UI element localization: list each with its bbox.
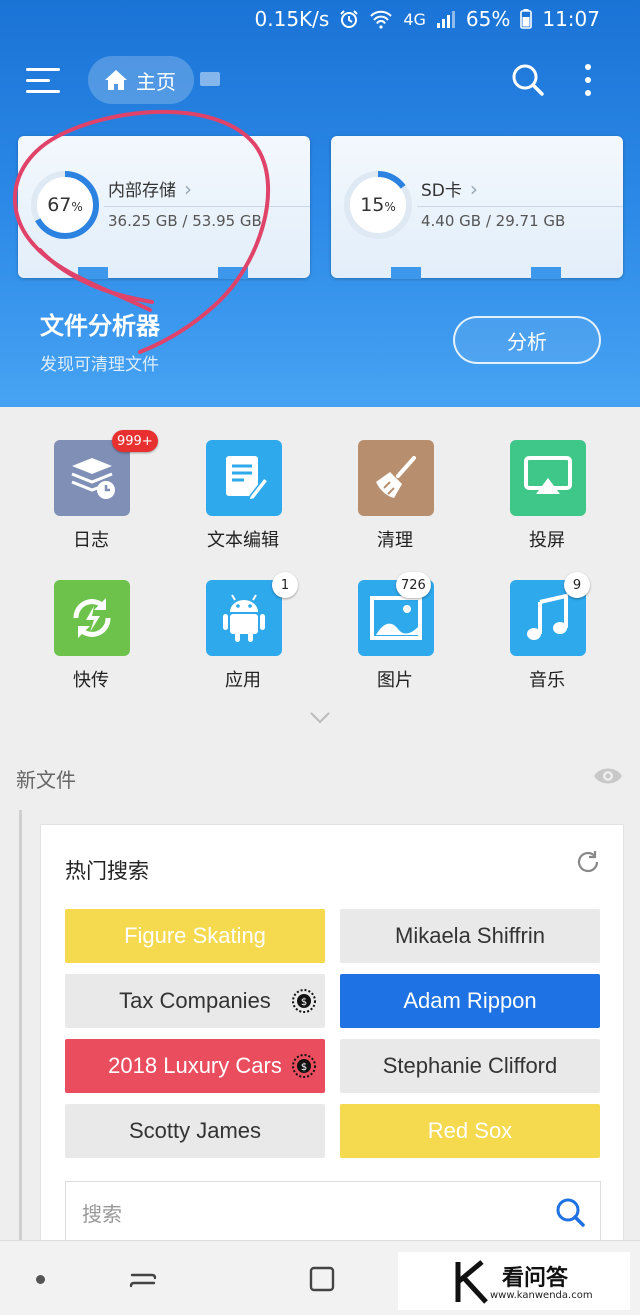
cast-screen-icon	[524, 456, 572, 494]
analyzer-subtitle: 发现可清理文件	[40, 355, 159, 375]
watermark-url: www.kanwenda.com	[490, 1290, 593, 1301]
recent-apps-icon[interactable]	[308, 1265, 336, 1293]
divider	[417, 206, 623, 207]
search-icon[interactable]	[554, 1196, 586, 1228]
app-badge: 726	[396, 572, 431, 598]
home-tab[interactable]: 主页	[88, 56, 194, 104]
card-notch	[78, 267, 108, 279]
svg-text:$: $	[301, 997, 307, 1008]
search-icon[interactable]	[510, 62, 546, 98]
chevron-right-icon: ›	[184, 176, 192, 201]
trending-dollar-icon: $	[292, 989, 316, 1013]
clock-time: 11:07	[542, 7, 600, 31]
battery-icon	[520, 0, 533, 38]
hot-search-tag[interactable]: Adam Rippon	[340, 974, 600, 1028]
sd-card-storage-card[interactable]: 15% SD卡 › 4.40 GB / 29.71 GB	[331, 136, 623, 279]
app-cleaner[interactable]: 清理	[320, 440, 470, 570]
chevron-right-icon: ›	[469, 176, 478, 201]
home-icon	[105, 70, 127, 90]
app-tile	[206, 580, 282, 656]
divider	[104, 206, 310, 207]
hot-search-title: 热门搜索	[65, 859, 149, 883]
toolbar: 主页	[0, 56, 640, 104]
hot-search-tag[interactable]: Mikaela Shiffrin	[340, 909, 600, 963]
usage-percent: 15%	[360, 194, 396, 216]
search-input[interactable]: 搜索	[65, 1181, 601, 1243]
storage-name: 内部存储 ›	[108, 176, 192, 202]
app-label: 图片	[377, 670, 413, 691]
app-tile	[206, 440, 282, 516]
window-tabs-icon[interactable]	[200, 72, 220, 86]
storage-size: 4.40 GB / 29.71 GB	[421, 212, 566, 230]
new-files-label: 新文件	[16, 768, 76, 792]
app-label: 文本编辑	[207, 530, 279, 551]
chevron-down-icon[interactable]	[309, 710, 331, 726]
storage-size: 36.25 GB / 53.95 GB	[108, 212, 262, 230]
hot-search-tag[interactable]: 2018 Luxury Cars $	[65, 1039, 325, 1093]
network-type: 4G	[403, 9, 426, 29]
network-speed: 0.15K/s	[254, 7, 330, 31]
hamburger-menu-icon[interactable]	[26, 66, 60, 94]
eye-icon[interactable]	[592, 764, 624, 788]
music-icon	[527, 593, 568, 640]
analyze-button[interactable]: 分析	[453, 316, 601, 364]
battery-percent: 65%	[465, 7, 511, 31]
note-edit-icon	[226, 456, 268, 501]
hot-search-tag[interactable]: Scotty James	[65, 1104, 325, 1158]
refresh-icon[interactable]	[575, 849, 601, 875]
alarm-icon	[339, 0, 359, 38]
android-icon	[223, 594, 265, 642]
search-placeholder: 搜索	[82, 1202, 122, 1226]
app-images[interactable]: 726 图片	[320, 572, 470, 710]
hot-search-tag[interactable]: Figure Skating	[65, 909, 325, 963]
app-label: 应用	[225, 670, 261, 691]
app-label: 日志	[73, 530, 109, 551]
hot-search-tag[interactable]: Stephanie Clifford	[340, 1039, 600, 1093]
app-music[interactable]: 9 音乐	[472, 572, 622, 710]
header-area: 0.15K/s 4G 65% 11:07 主页 67 % 内部存储 › 36.2…	[0, 0, 640, 407]
app-badge: 999+	[112, 430, 158, 452]
app-badge: 1	[272, 572, 298, 598]
wifi-icon	[369, 0, 393, 38]
app-label: 投屏	[529, 530, 565, 551]
app-tile	[510, 440, 586, 516]
app-label: 快传	[73, 670, 109, 691]
app-badge: 9	[564, 572, 590, 598]
trending-dollar-icon: $	[292, 1054, 316, 1078]
svg-text:$: $	[301, 1062, 307, 1073]
image-icon	[370, 596, 422, 640]
app-label: 清理	[377, 530, 413, 551]
card-notch	[531, 267, 561, 279]
app-log[interactable]: 999+ 日志	[16, 430, 166, 570]
app-applications[interactable]: 1 应用	[168, 572, 318, 710]
nav-dot-icon[interactable]	[36, 1275, 45, 1284]
watermark-logo-icon	[455, 1260, 488, 1304]
home-tab-label: 主页	[136, 69, 176, 94]
hot-search-tag[interactable]: Red Sox	[340, 1104, 600, 1158]
storage-name: SD卡 ›	[421, 176, 478, 202]
app-tile	[358, 440, 434, 516]
back-icon[interactable]	[128, 1265, 158, 1293]
quick-transfer-icon	[73, 598, 111, 638]
usage-percent: 67%	[47, 194, 83, 216]
watermark: 看问答 www.kanwenda.com	[398, 1252, 630, 1310]
hot-search-card: 热门搜索 Figure Skating Mikaela Shiffrin Tax…	[40, 824, 624, 1244]
card-notch	[391, 267, 421, 279]
analyzer-title: 文件分析器	[40, 312, 160, 340]
card-notch	[218, 267, 248, 279]
more-options-icon[interactable]	[578, 62, 598, 98]
timeline-line	[19, 810, 22, 1240]
app-quick-transfer[interactable]: 快传	[16, 580, 166, 710]
app-tile	[54, 580, 130, 656]
app-text-editor[interactable]: 文本编辑	[168, 440, 318, 570]
broom-icon	[376, 456, 416, 498]
signal-icon	[436, 0, 456, 38]
internal-storage-card[interactable]: 67% 内部存储 › 36.25 GB / 53.95 GB	[18, 136, 310, 279]
hot-search-tag[interactable]: Tax Companies $	[65, 974, 325, 1028]
app-screen-cast[interactable]: 投屏	[472, 440, 622, 570]
log-icon	[71, 458, 115, 499]
app-label: 音乐	[529, 670, 565, 691]
watermark-title: 看问答	[502, 1266, 569, 1291]
status-bar: 0.15K/s 4G 65% 11:07	[0, 0, 640, 38]
